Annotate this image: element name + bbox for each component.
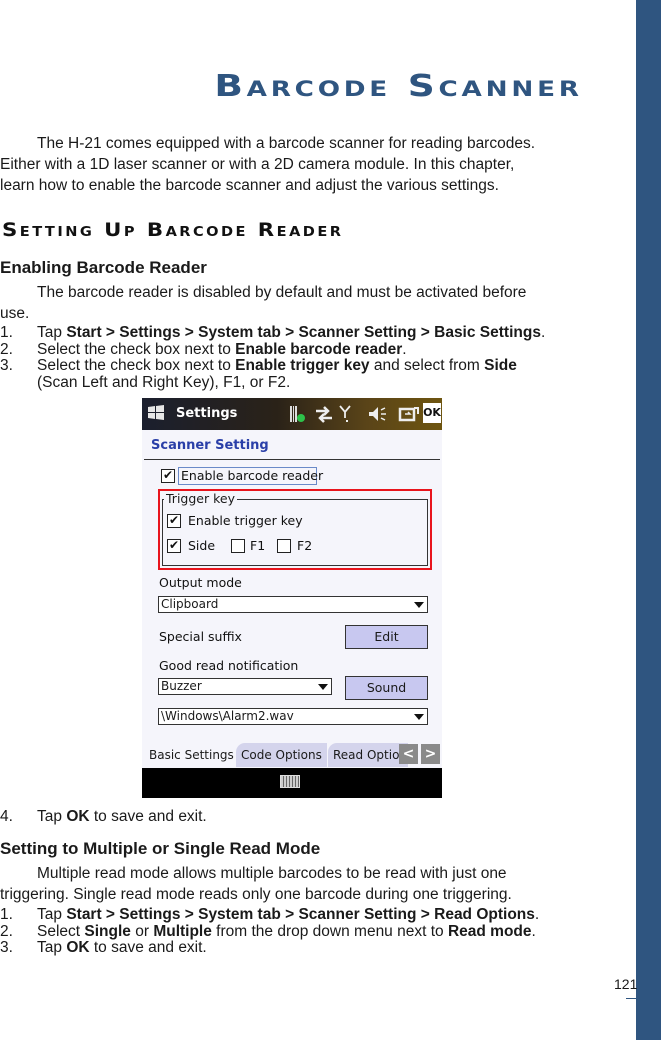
read-mode-steps: 1. Tap Start > Settings > System tab > Sc… bbox=[0, 906, 540, 957]
device-screenshot: Settings OK Scanner Setting ✔ Enable bar… bbox=[142, 398, 442, 798]
step-text: Tap Start > Settings > System tab > Scan… bbox=[37, 906, 540, 923]
settings-tabs: Basic Settings Code Options Read Optio <… bbox=[142, 742, 442, 768]
sound-file-dropdown[interactable]: \Windows\Alarm2.wav bbox=[158, 708, 428, 725]
sound-button[interactable]: Sound bbox=[345, 676, 428, 700]
subheading-read-mode: Setting to Multiple or Single Read Mode bbox=[0, 839, 321, 858]
tab-scroll-right-button[interactable]: > bbox=[421, 744, 440, 764]
device-title-bar: Settings OK bbox=[142, 398, 442, 430]
tab-read-options[interactable]: Read Optio bbox=[328, 743, 408, 767]
paragraph-line: The barcode reader is disabled by defaul… bbox=[37, 284, 527, 301]
battery-charging-icon[interactable] bbox=[398, 404, 420, 424]
output-mode-label: Output mode bbox=[159, 575, 242, 590]
subheading-enabling: Enabling Barcode Reader bbox=[0, 258, 207, 277]
output-mode-value: Clipboard bbox=[161, 597, 219, 611]
paragraph-line: triggering. Single read mode reads only … bbox=[0, 886, 512, 903]
sound-file-value: \Windows\Alarm2.wav bbox=[161, 709, 294, 723]
step-item: (Scan Left and Right Key), F1, or F2. bbox=[0, 373, 545, 392]
enabling-paragraph: The barcode reader is disabled by defaul… bbox=[0, 282, 526, 324]
step-number: 2. bbox=[0, 922, 13, 940]
step-number: 3. bbox=[0, 357, 13, 374]
scanner-setting-heading: Scanner Setting bbox=[151, 438, 269, 453]
step-text: Tap OK to save and exit. bbox=[37, 808, 207, 825]
heading-divider bbox=[144, 459, 440, 460]
step-item: 3. Select the check box next to Enable tr… bbox=[0, 357, 545, 375]
enabling-steps: 1. Tap Start > Settings > System tab > Sc… bbox=[0, 324, 546, 392]
output-mode-dropdown[interactable]: Clipboard bbox=[158, 596, 428, 613]
page-number-rule bbox=[626, 998, 638, 999]
step-emphasis: OK bbox=[66, 939, 90, 956]
page-number: 121 bbox=[614, 976, 638, 992]
volume-muted-icon[interactable] bbox=[367, 404, 387, 424]
section-title: Setting Up Barcode Reader bbox=[2, 219, 344, 241]
scanner-status-icon[interactable] bbox=[288, 404, 306, 424]
ok-button[interactable]: OK bbox=[423, 403, 441, 423]
step-emphasis: Multiple bbox=[153, 922, 212, 940]
soft-input-bar bbox=[142, 768, 442, 798]
step-emphasis: Start > Settings > System tab > Scanner … bbox=[66, 324, 541, 341]
step-number: 2. bbox=[0, 340, 13, 358]
windows-logo-icon[interactable] bbox=[146, 404, 166, 422]
step-item: 2. Select Single or Multiple from the dro… bbox=[0, 922, 539, 941]
enabling-step-4: 4. Tap OK to save and exit. bbox=[0, 808, 207, 826]
keyboard-icon[interactable] bbox=[280, 775, 300, 788]
signal-icon[interactable] bbox=[338, 404, 352, 424]
tab-basic-settings[interactable]: Basic Settings bbox=[144, 743, 239, 767]
step-item: 1. Tap Start > Settings > System tab > Sc… bbox=[0, 906, 540, 924]
good-read-value: Buzzer bbox=[161, 679, 202, 693]
device-window-title: Settings bbox=[176, 406, 238, 421]
step-number: 1. bbox=[0, 324, 13, 341]
step-item: 2. Select the check box next to Enable ba… bbox=[0, 340, 545, 359]
step-number: 4. bbox=[0, 808, 13, 825]
step-item: 3. Tap OK to save and exit. bbox=[0, 939, 539, 957]
step-number: 1. bbox=[0, 906, 13, 923]
intro-line: The H-21 comes equipped with a barcode s… bbox=[37, 135, 536, 152]
step-emphasis: Start > Settings > System tab > Scanner … bbox=[66, 906, 535, 923]
good-read-notification-label: Good read notification bbox=[159, 658, 299, 673]
chapter-title: Barcode Scanner bbox=[214, 69, 583, 104]
step-text: Select the check box next to Enable trig… bbox=[37, 357, 517, 374]
step-text: Select the check box next to Enable barc… bbox=[37, 340, 407, 358]
tab-code-options[interactable]: Code Options bbox=[236, 743, 327, 767]
chapter-side-bar bbox=[636, 0, 661, 1040]
enable-barcode-reader-checkbox[interactable]: ✔ bbox=[161, 469, 175, 483]
step-text: Tap Start > Settings > System tab > Scan… bbox=[37, 324, 546, 341]
highlight-annotation bbox=[158, 489, 432, 570]
step-number: 3. bbox=[0, 939, 13, 956]
step-emphasis: Read mode bbox=[447, 922, 532, 940]
step-item: 1. Tap Start > Settings > System tab > Sc… bbox=[0, 324, 546, 342]
step-emphasis: Enable trigger key bbox=[235, 357, 370, 374]
step-item: 4. Tap OK to save and exit. bbox=[0, 808, 207, 826]
enable-barcode-reader-label[interactable]: Enable barcode reader bbox=[181, 468, 323, 483]
step-text: (Scan Left and Right Key), F1, or F2. bbox=[37, 373, 291, 391]
step-emphasis: Single bbox=[84, 922, 131, 940]
read-mode-paragraph: Multiple read mode allows multiple barco… bbox=[0, 863, 512, 905]
tab-scroll-left-button[interactable]: < bbox=[399, 744, 418, 764]
dropdown-arrow-icon bbox=[318, 684, 328, 690]
connectivity-icon[interactable] bbox=[314, 404, 334, 424]
special-suffix-label: Special suffix bbox=[159, 629, 242, 644]
step-emphasis: Side bbox=[484, 357, 517, 374]
step-text: Tap OK to save and exit. bbox=[37, 939, 207, 956]
step-number bbox=[0, 375, 37, 392]
step-text: Select Single or Multiple from the drop … bbox=[37, 922, 536, 940]
step-emphasis: Enable barcode reader bbox=[235, 340, 403, 358]
intro-paragraph: The H-21 comes equipped with a barcode s… bbox=[0, 133, 535, 196]
paragraph-line: use. bbox=[0, 305, 30, 322]
good-read-dropdown[interactable]: Buzzer bbox=[158, 678, 332, 695]
paragraph-line: Multiple read mode allows multiple barco… bbox=[37, 865, 507, 882]
dropdown-arrow-icon bbox=[414, 714, 424, 720]
edit-button[interactable]: Edit bbox=[345, 625, 428, 649]
dropdown-arrow-icon bbox=[414, 602, 424, 608]
intro-line: Either with a 1D laser scanner or with a… bbox=[0, 156, 515, 173]
step-emphasis: OK bbox=[66, 808, 90, 825]
intro-line: learn how to enable the barcode scanner … bbox=[0, 177, 499, 194]
